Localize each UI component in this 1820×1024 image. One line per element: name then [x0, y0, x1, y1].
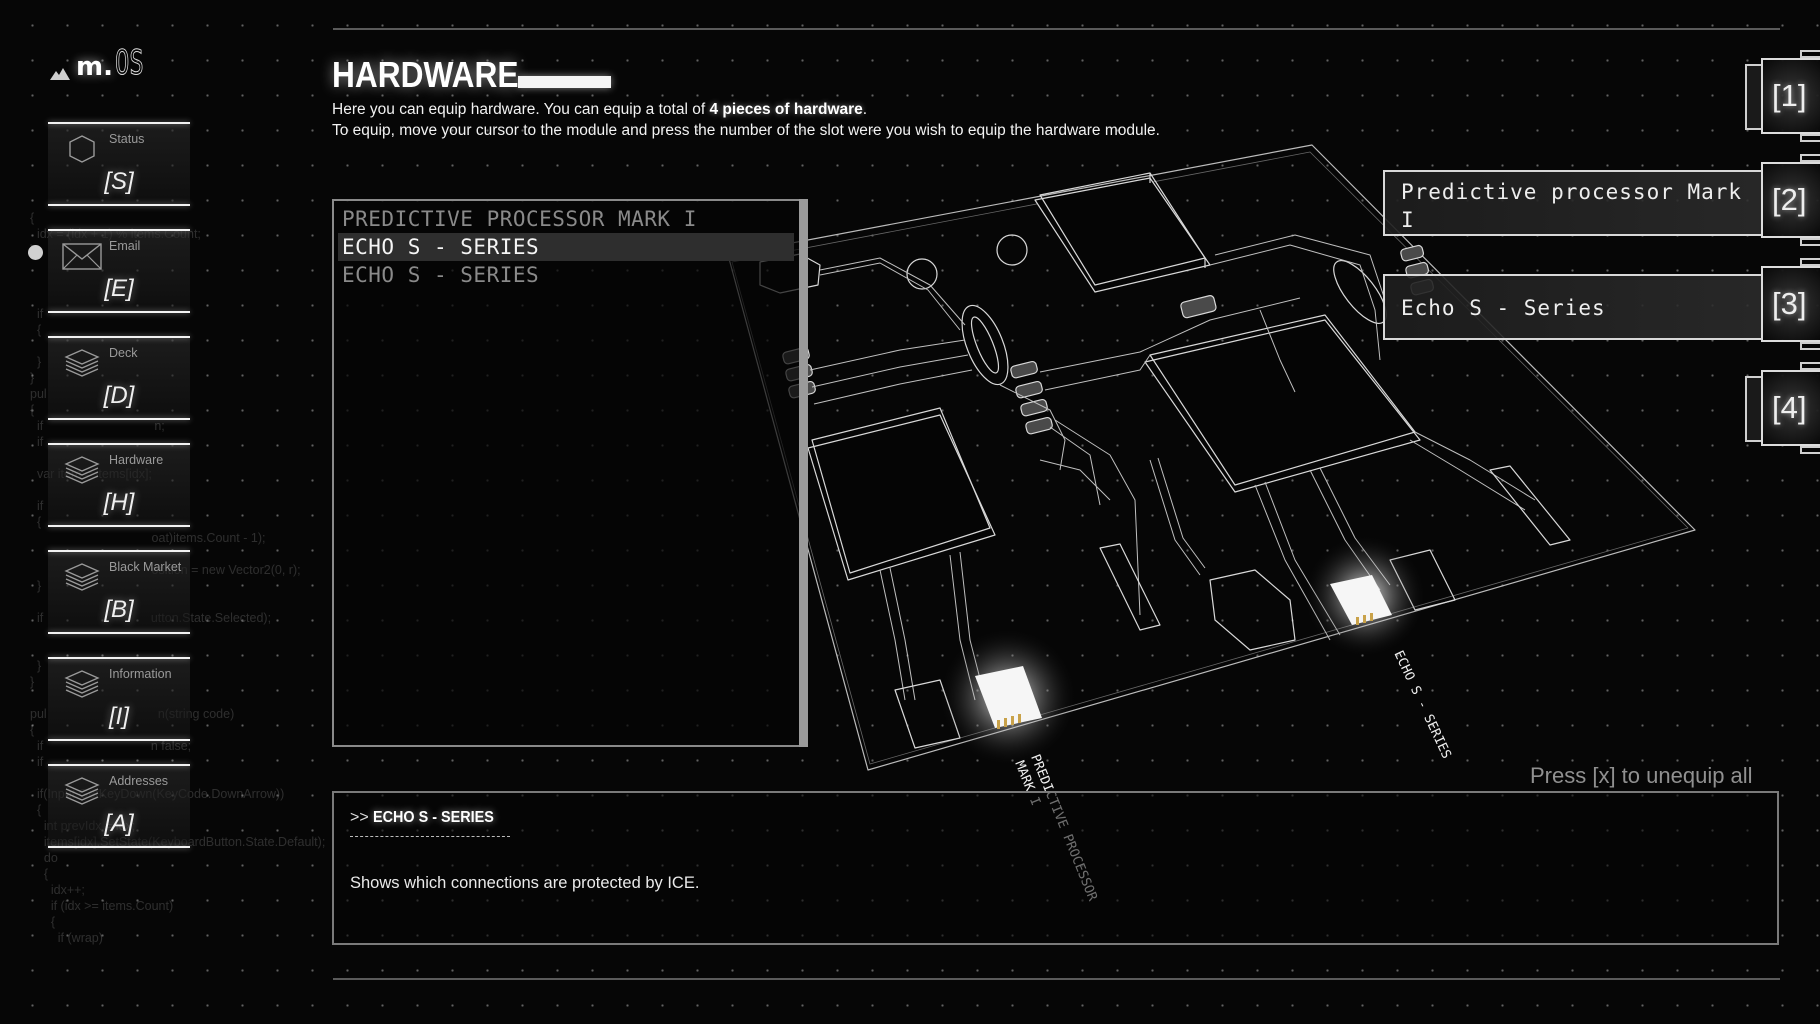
- bottom-divider: [333, 978, 1780, 980]
- sidebar-item-label: Status: [109, 132, 145, 146]
- board-outline: [727, 144, 1696, 771]
- layers-icon: [62, 562, 102, 592]
- app-logo: m. OS: [50, 43, 156, 83]
- glowing-module-predictive: [938, 627, 1078, 767]
- sidebar-item-hotkey: [E]: [104, 275, 134, 302]
- hardware-slot-1[interactable]: [1]: [1761, 58, 1820, 134]
- sidebar-item-information[interactable]: Information [I]: [48, 657, 190, 741]
- slot-number: [1]: [1772, 78, 1807, 113]
- slot-bracket-top: [1800, 362, 1820, 370]
- slot-bar-mid: [1099, 543, 1161, 631]
- chip-left: [807, 407, 996, 581]
- glowing-module-echo: [1303, 534, 1427, 658]
- sidebar-item-black-market[interactable]: Black Market [B]: [48, 550, 190, 634]
- detail-description: Shows which connections are protected by…: [350, 874, 700, 892]
- top-divider: [333, 28, 1780, 30]
- slot-bracket-top: [1800, 154, 1820, 162]
- sidebar-item-hotkey: [A]: [104, 810, 134, 837]
- active-indicator-dot: [28, 245, 43, 260]
- detail-panel: >> ECHO S - SERIES Shows which connectio…: [332, 791, 1779, 945]
- layers-icon: [62, 455, 102, 485]
- envelope-icon: [62, 241, 102, 271]
- sidebar-item-email[interactable]: Email [E]: [48, 229, 190, 313]
- hardware-slot-2[interactable]: [2]: [1761, 162, 1820, 238]
- capacitor-1: [906, 258, 938, 290]
- slot-bracket-bottom: [1800, 134, 1820, 142]
- slot-number: [4]: [1772, 390, 1807, 425]
- layers-icon: [62, 348, 102, 378]
- hardware-list-item[interactable]: ECHO S - SERIES: [338, 233, 794, 261]
- sidebar-item-label: Hardware: [109, 453, 164, 467]
- sidebar-item-label: Information: [109, 667, 172, 681]
- title-accent-bar: [518, 76, 611, 88]
- sidebar-item-label: Black Market: [109, 560, 182, 574]
- logo-text: m.: [76, 52, 113, 82]
- mountain-icon: [50, 68, 70, 80]
- capacitor-2: [996, 234, 1028, 266]
- intro-text: Here you can equip hardware. You can equ…: [332, 99, 1212, 141]
- hardware-slot-4[interactable]: [4]: [1761, 370, 1820, 446]
- sidebar-item-addresses[interactable]: Addresses [A]: [48, 764, 190, 848]
- chip-top: [1034, 172, 1211, 293]
- slot-number: [3]: [1772, 286, 1807, 321]
- sidebar-item-label: Email: [109, 239, 141, 253]
- unequip-all-hint: Press [x] to unequip all: [1530, 763, 1753, 788]
- sidebar-item-hotkey: [D]: [103, 382, 135, 409]
- slot-bar-right: [1489, 465, 1571, 546]
- hardware-list[interactable]: PREDICTIVE PROCESSOR MARK I ECHO S - SERI…: [332, 199, 808, 747]
- sidebar-item-hotkey: [I]: [108, 703, 129, 730]
- intro-line1-end: .: [862, 101, 868, 118]
- page-title: HARDWARE: [332, 54, 519, 95]
- intro-line1: Here you can equip hardware. You can equ…: [332, 101, 710, 118]
- list-scrollbar[interactable]: [799, 199, 808, 747]
- sidebar-item-hardware[interactable]: Hardware [H]: [48, 443, 190, 527]
- connector-bottom-left: [894, 679, 961, 749]
- detail-title: >> ECHO S - SERIES: [350, 809, 507, 827]
- sidebar-item-hotkey: [H]: [103, 489, 135, 516]
- detail-item-name: ECHO S - SERIES: [373, 809, 494, 826]
- sidebar-item-hotkey: [S]: [104, 168, 134, 195]
- connector-bottom-right: [1389, 549, 1456, 611]
- hardware-list-item[interactable]: ECHO S - SERIES: [338, 261, 794, 289]
- detail-separator: [350, 836, 510, 837]
- slot-bracket-bottom: [1800, 238, 1820, 246]
- octagon-bottom: [1209, 569, 1296, 651]
- hexagon-icon: [62, 134, 102, 164]
- slot-number: [2]: [1772, 182, 1807, 217]
- sidebar-item-deck[interactable]: Deck [D]: [48, 336, 190, 420]
- hardware-slot-3[interactable]: [3]: [1761, 266, 1820, 342]
- slot-equipped-name: Predictive processor Mark I: [1383, 170, 1763, 236]
- slot-equipped-name: Echo S - Series: [1383, 274, 1763, 340]
- sidebar-item-status[interactable]: Status [S]: [48, 122, 190, 206]
- intro-line2: To equip, move your cursor to the module…: [332, 122, 1160, 139]
- detail-prefix: >>: [350, 809, 374, 826]
- sidebar-item-label: Addresses: [109, 774, 169, 788]
- slot-bracket-bottom: [1800, 342, 1820, 350]
- chip-main: [1144, 314, 1421, 493]
- sidebar-item-hotkey: [B]: [104, 596, 134, 623]
- board-label-echo: ECHO S - SERIES: [1390, 648, 1454, 762]
- hardware-list-item[interactable]: PREDICTIVE PROCESSOR MARK I: [338, 205, 794, 233]
- logo-suffix: OS: [114, 43, 144, 83]
- sidebar-item-label: Deck: [109, 346, 138, 360]
- slot-bracket-bottom: [1800, 446, 1820, 454]
- pads-left: [782, 244, 1435, 435]
- layers-icon: [62, 669, 102, 699]
- layers-icon: [62, 776, 102, 806]
- intro-highlight: 4 pieces of hardware: [709, 101, 863, 118]
- slot-bracket-top: [1800, 50, 1820, 58]
- slot-bracket-top: [1800, 258, 1820, 266]
- crystal-left: [961, 304, 1009, 386]
